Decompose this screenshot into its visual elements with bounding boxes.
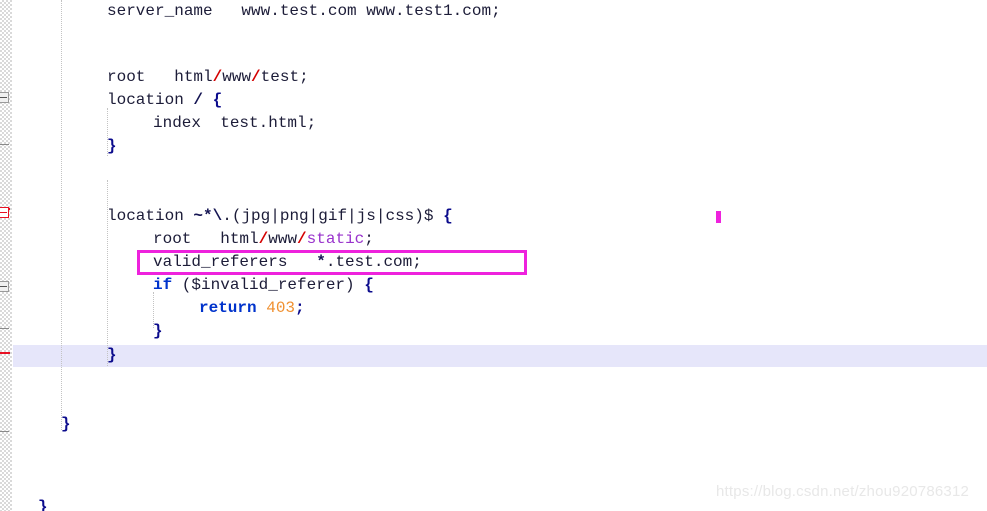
line-root-static-token-0: root html — [153, 230, 259, 248]
line-root-static-token-4: static — [306, 230, 365, 248]
line-return-403-token-3: ; — [295, 299, 305, 317]
line-return-403-token-1 — [257, 299, 267, 317]
line-location-static-token-2: .(jpg|png|gif|js|css) — [222, 207, 424, 225]
line-location-root[interactable]: location / { — [107, 89, 222, 112]
line-index-token-0: index test.html; — [153, 114, 317, 132]
line-location-root-token-1: / — [193, 91, 204, 109]
line-root-test[interactable]: root html/www/test; — [107, 66, 309, 89]
line-root-static-token-1: / — [258, 230, 269, 248]
block-bracket-location-static — [0, 208, 10, 354]
line-location-static-token-0: location — [107, 207, 194, 225]
line-return-403-token-2: 403 — [266, 299, 296, 317]
line-location-static[interactable]: location ~*\.(jpg|png|gif|js|css)$ { — [107, 205, 453, 228]
line-root-static[interactable]: root html/www/static; — [153, 228, 374, 251]
marker-strip-edge — [12, 0, 13, 511]
line-location-root-token-0: location — [107, 91, 194, 109]
csdn-watermark: https://blog.csdn.net/zhou920786312 — [716, 483, 970, 500]
code-editor[interactable]: server_name www.test.com www.test1.com; r… — [0, 0, 987, 511]
fold-marker-location-root[interactable] — [0, 92, 9, 103]
line-root-static-token-2: www — [268, 230, 298, 248]
fold-dash-close-server[interactable] — [0, 431, 9, 432]
line-close-server[interactable]: } — [61, 413, 71, 436]
partial-brace-glyph: } — [38, 498, 48, 511]
line-close-if[interactable]: } — [153, 320, 163, 343]
line-root-static-token-5: ; — [364, 230, 374, 248]
line-location-static-token-4 — [433, 207, 443, 225]
valid-referers-annotation-box — [137, 250, 527, 275]
line-root-test-token-4: test; — [260, 68, 309, 86]
line-close-server-token-0: } — [61, 415, 71, 433]
line-if-invalid-referer-token-2 — [355, 276, 365, 294]
current-line-highlight — [13, 345, 987, 367]
line-location-root-token-3: { — [212, 91, 223, 109]
line-close-location-static[interactable]: } — [107, 344, 117, 367]
line-if-invalid-referer-token-0: if — [153, 276, 173, 294]
line-location-static-token-1: ~*\ — [193, 207, 223, 225]
line-close-location-root[interactable]: } — [107, 135, 117, 158]
magenta-tick-mark — [716, 211, 721, 223]
line-if-invalid-referer-token-3: { — [364, 276, 374, 294]
line-server-name-token-0: server_name www.test.com www.test1.com; — [107, 2, 501, 20]
line-return-403-token-0: return — [199, 299, 257, 317]
line-close-location-root-token-0: } — [107, 137, 117, 155]
indent-guide-level-1 — [61, 0, 62, 430]
line-root-static-token-3: / — [297, 230, 307, 248]
line-index[interactable]: index test.html; — [153, 112, 316, 135]
line-root-test-token-1: / — [212, 68, 223, 86]
line-close-location-static-token-0: } — [107, 346, 117, 364]
line-return-403[interactable]: return 403; — [199, 297, 305, 320]
line-location-root-token-2 — [203, 91, 213, 109]
line-root-test-token-2: www — [222, 68, 252, 86]
fold-dash-close-root[interactable] — [0, 144, 9, 145]
fold-marker-location-static[interactable] — [0, 207, 9, 218]
line-if-invalid-referer-token-1: ($invalid_referer) — [172, 276, 355, 294]
line-server-name[interactable]: server_name www.test.com www.test1.com; — [107, 0, 501, 23]
line-location-static-token-5: { — [443, 207, 453, 225]
line-root-test-token-0: root html — [107, 68, 213, 86]
line-close-if-token-0: } — [153, 322, 163, 340]
line-root-test-token-3: / — [251, 68, 261, 86]
line-if-invalid-referer[interactable]: if ($invalid_referer) { — [153, 274, 374, 297]
